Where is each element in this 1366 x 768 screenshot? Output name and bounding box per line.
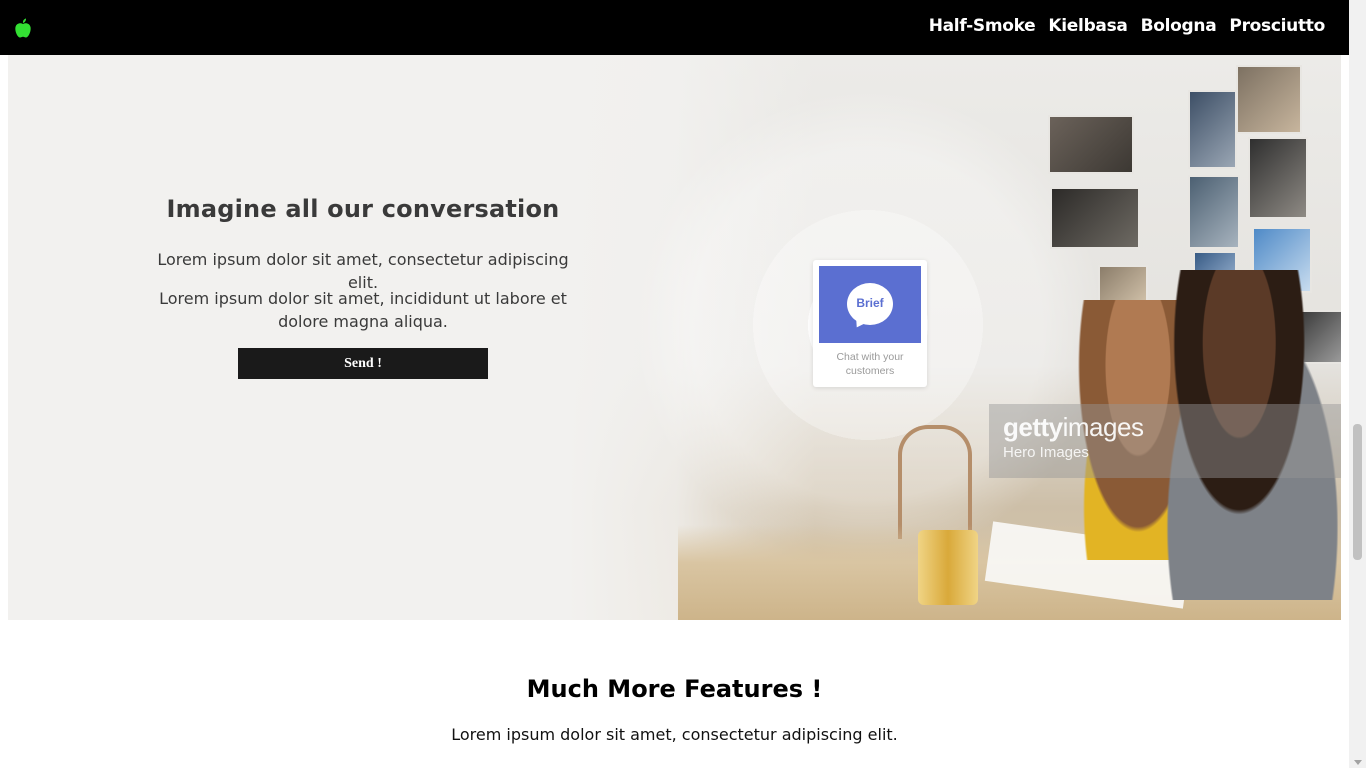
hero-title: Imagine all our conversation <box>166 195 560 223</box>
features-title: Much More Features ! <box>526 675 823 703</box>
nav-link-prosciutto[interactable]: Prosciutto <box>1229 16 1325 36</box>
chat-card: Brief Chat with your customers <box>813 260 927 387</box>
scrollbar[interactable] <box>1349 0 1366 768</box>
nav-links: Half-Smoke Kielbasa Bologna Prosciutto <box>929 16 1326 36</box>
wall-photo <box>1188 90 1237 169</box>
scroll-down-arrow-icon[interactable] <box>1354 760 1362 765</box>
apple-icon[interactable] <box>14 18 32 38</box>
speech-bubble-icon: Brief <box>847 283 893 325</box>
nav-link-kielbasa[interactable]: Kielbasa <box>1048 16 1128 36</box>
top-navbar: Half-Smoke Kielbasa Bologna Prosciutto <box>0 0 1349 55</box>
scrollbar-thumb[interactable] <box>1353 424 1362 560</box>
wall-photo <box>1188 175 1240 249</box>
hero-text: Imagine all our conversation Lorem ipsum… <box>148 195 578 379</box>
hero-paragraph-2: Lorem ipsum dolor sit amet, incididunt u… <box>159 289 567 331</box>
watermark: gettyimages Hero Images <box>989 404 1341 478</box>
wall-photo <box>1048 115 1134 174</box>
send-button[interactable]: Send ! <box>238 348 488 379</box>
watermark-subtitle: Hero Images <box>1003 444 1089 461</box>
jar <box>918 530 978 605</box>
watermark-brand: gettyimages <box>1003 412 1144 443</box>
wall-photo <box>1248 137 1308 219</box>
chat-card-header: Brief <box>819 266 921 343</box>
nav-link-bologna[interactable]: Bologna <box>1141 16 1217 36</box>
hero-section: Brief Chat with your customers gettyimag… <box>8 55 1341 620</box>
hero-photo <box>568 55 1341 620</box>
features-paragraph: Lorem ipsum dolor sit amet, consectetur … <box>451 725 898 744</box>
watermark-brand-bold: getty <box>1003 412 1063 442</box>
wall-photo <box>1236 65 1302 134</box>
nav-link-half-smoke[interactable]: Half-Smoke <box>929 16 1036 36</box>
wall-photo <box>1050 187 1140 249</box>
bubble-text: Brief <box>856 296 884 310</box>
features-section: Much More Features ! Lorem ipsum dolor s… <box>0 675 1349 744</box>
watermark-brand-rest: images <box>1062 412 1144 442</box>
chat-caption: Chat with your customers <box>836 351 904 377</box>
chair <box>898 425 972 539</box>
